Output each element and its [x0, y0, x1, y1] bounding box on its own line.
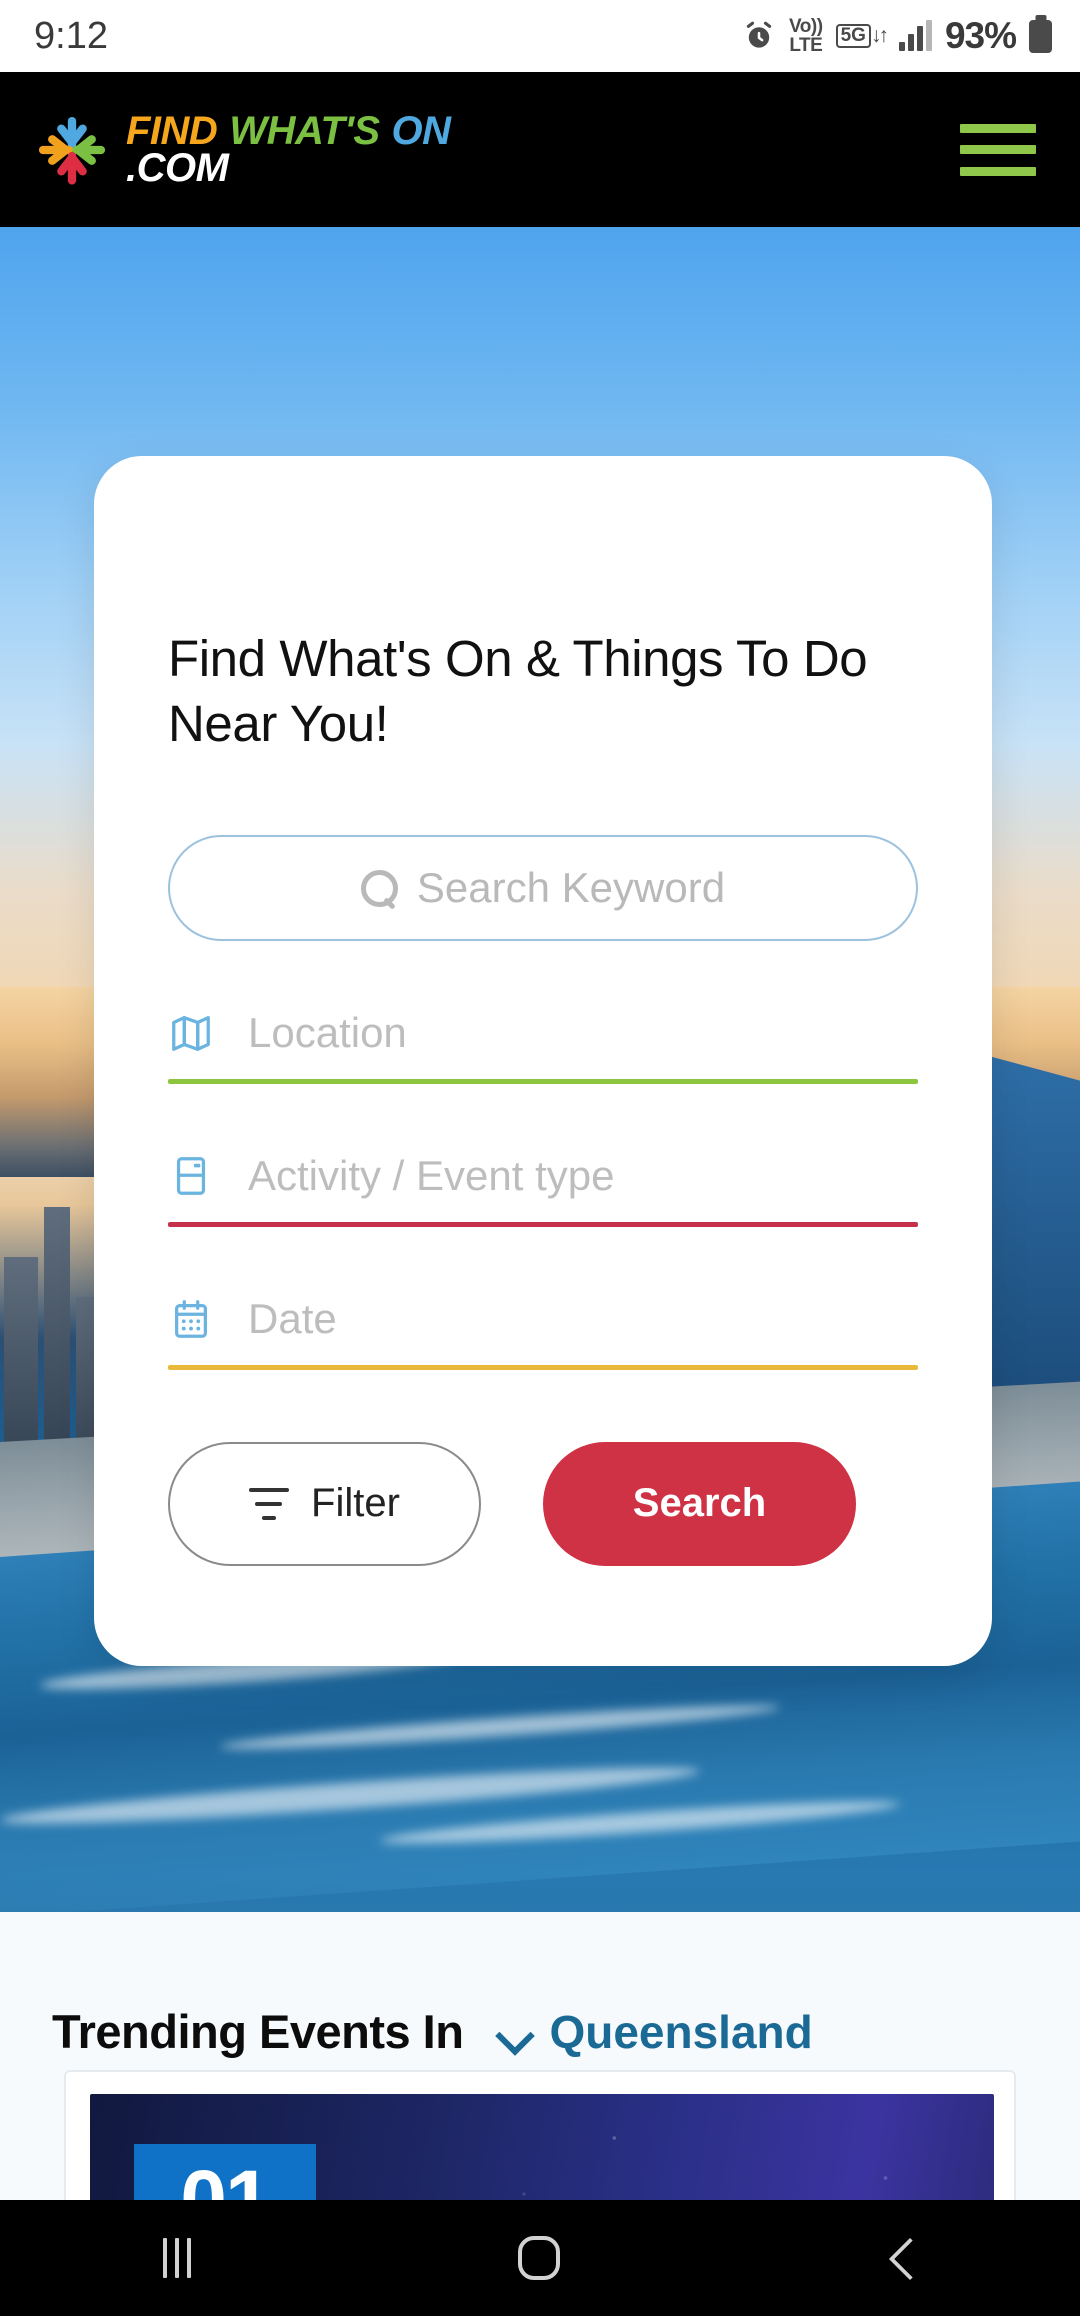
card-button-row: Filter Search	[168, 1441, 918, 1566]
activity-event-type-field[interactable]: Activity / Event type	[168, 1130, 918, 1227]
status-time: 9:12	[34, 14, 108, 57]
battery-icon	[1029, 19, 1052, 53]
brand-logo[interactable]: FIND WHAT'S ON .COM	[34, 108, 452, 190]
battery-percent-label: 93%	[944, 15, 1017, 56]
filter-icon	[249, 1487, 290, 1520]
back-icon[interactable]	[887, 2237, 917, 2279]
trending-header: Trending Events In Queensland	[52, 2004, 1028, 2059]
find-whats-on-logo-icon	[34, 112, 110, 188]
search-keyword-input[interactable]: Search Keyword	[168, 834, 918, 941]
search-card: Find What's On & Things To Do Near You! …	[94, 456, 992, 1666]
ticket-icon	[168, 1153, 214, 1199]
5g-network-icon: 5G ↓↑	[835, 23, 889, 49]
hamburger-menu-icon[interactable]	[960, 123, 1036, 176]
brand-com-text: .COM	[126, 145, 229, 190]
search-icon	[360, 869, 398, 907]
state-selector-label: Queensland	[549, 2005, 813, 2058]
page-title: Find What's On & Things To Do Near You!	[168, 630, 868, 753]
location-underline	[168, 1078, 918, 1084]
search-keyword-placeholder: Search Keyword	[416, 863, 726, 911]
search-button-label: Search	[632, 1481, 767, 1526]
location-placeholder: Location	[248, 1008, 407, 1056]
status-icon-group: Vo)) LTE 5G ↓↑ 93%	[742, 15, 1052, 57]
home-icon[interactable]	[517, 2236, 560, 2280]
android-nav-bar	[0, 2200, 1080, 2316]
brand-on-text: ON	[391, 108, 452, 153]
hero-bottom-fade	[0, 1872, 1080, 1912]
phone-screen: 9:12 Vo)) LTE 5G ↓↑ 93% FIND WHAT'S ON .…	[0, 0, 1080, 2316]
state-selector[interactable]: Queensland	[497, 2005, 812, 2059]
brand-wordmark: FIND WHAT'S ON .COM	[126, 108, 452, 190]
brand-find-text: FIND	[126, 108, 218, 153]
activity-event-type-placeholder: Activity / Event type	[248, 1151, 615, 1199]
date-underline	[168, 1364, 918, 1370]
calendar-icon	[168, 1296, 214, 1342]
status-bar: 9:12 Vo)) LTE 5G ↓↑ 93%	[0, 0, 1080, 72]
alarm-clock-icon	[742, 19, 776, 53]
map-icon	[168, 1010, 214, 1056]
location-field[interactable]: Location	[168, 987, 918, 1084]
activity-event-type-underline	[168, 1221, 918, 1227]
date-field[interactable]: Date	[168, 1273, 918, 1370]
date-placeholder: Date	[248, 1294, 337, 1342]
filter-button[interactable]: Filter	[168, 1441, 481, 1566]
recents-icon[interactable]	[163, 2238, 192, 2278]
search-button[interactable]: Search	[543, 1441, 856, 1566]
brand-whats-text: WHAT'S	[229, 108, 380, 153]
chevron-down-icon	[497, 2022, 531, 2042]
app-header: FIND WHAT'S ON .COM	[0, 72, 1080, 227]
signal-bars-icon	[898, 20, 932, 51]
volte-icon: Vo)) LTE	[789, 16, 823, 56]
filter-button-label: Filter	[311, 1481, 400, 1526]
trending-title: Trending Events In	[52, 2005, 464, 2058]
